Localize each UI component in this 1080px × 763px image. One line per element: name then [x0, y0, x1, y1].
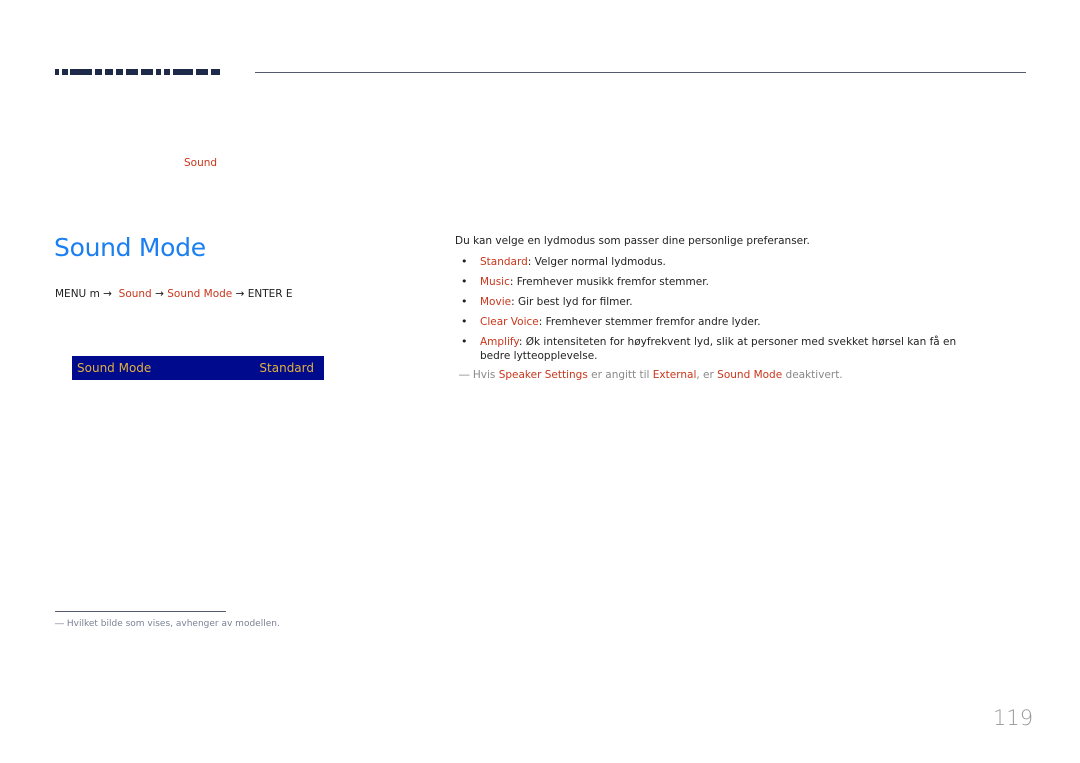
chapter-title-fragment: [55, 69, 227, 75]
option-music: Music: Fremhever musikk fremfor stemmer.: [459, 275, 979, 289]
option-name: Music: [480, 276, 510, 288]
note-text: er angitt til: [587, 369, 653, 381]
option-text: : Øk intensiteten for høyfrekvent lyd, s…: [480, 336, 957, 362]
option-text: : Velger normal lydmodus.: [527, 256, 666, 268]
note-text: deaktivert.: [782, 369, 843, 381]
enter-key: ENTER E: [247, 288, 293, 300]
option-name: Standard: [480, 256, 528, 268]
option-clear-voice: Clear Voice: Fremhever stemmer fremfor a…: [459, 315, 979, 329]
menu-step-sound: Sound: [118, 288, 152, 300]
note-keyword: Sound Mode: [717, 369, 783, 381]
option-name: Amplify: [480, 336, 519, 348]
note: ― Hvis Speaker Settings er angitt til Ex…: [459, 369, 843, 381]
page-title: Sound Mode: [54, 233, 206, 262]
option-name: Movie: [480, 296, 512, 308]
page-number: 119: [993, 706, 1034, 730]
note-text: , er: [696, 369, 718, 381]
option-name: Clear Voice: [480, 316, 539, 328]
arrow-icon: →: [235, 288, 245, 300]
arrow-icon: →: [155, 288, 164, 300]
header-divider: [255, 72, 1026, 73]
menu-path: MENU m → Sound → Sound Mode → ENTER E: [55, 288, 293, 300]
breadcrumb-sound: Sound: [184, 157, 218, 169]
option-amplify: Amplify: Øk intensiteten for høyfrekvent…: [459, 335, 979, 363]
osd-value: Standard: [259, 361, 314, 375]
option-standard: Standard: Velger normal lydmodus.: [459, 255, 979, 269]
note-keyword: Speaker Settings: [498, 369, 588, 381]
option-text: : Fremhever stemmer fremfor andre lyder.: [538, 316, 761, 328]
osd-label: Sound Mode: [77, 361, 152, 375]
osd-sound-mode-bar: Sound Mode Standard: [72, 356, 324, 380]
arrow-icon: →: [103, 288, 112, 300]
option-movie: Movie: Gir best lyd for filmer.: [459, 295, 979, 309]
sound-mode-options: Standard: Velger normal lydmodus. Music:…: [459, 255, 979, 369]
option-text: : Fremhever musikk fremfor stemmer.: [509, 276, 709, 288]
menu-key: MENU m: [55, 288, 100, 300]
option-text: : Gir best lyd for filmer.: [511, 296, 633, 308]
footnote-divider: [55, 611, 226, 612]
note-keyword: External: [652, 369, 697, 381]
note-text: Hvis: [469, 369, 499, 381]
note-dash: ―: [459, 369, 470, 381]
description: Du kan velge en lydmodus som passer dine…: [455, 235, 810, 247]
menu-step-sound-mode: Sound Mode: [167, 288, 233, 300]
footnote: ― Hvilket bilde som vises, avhenger av m…: [55, 619, 280, 629]
